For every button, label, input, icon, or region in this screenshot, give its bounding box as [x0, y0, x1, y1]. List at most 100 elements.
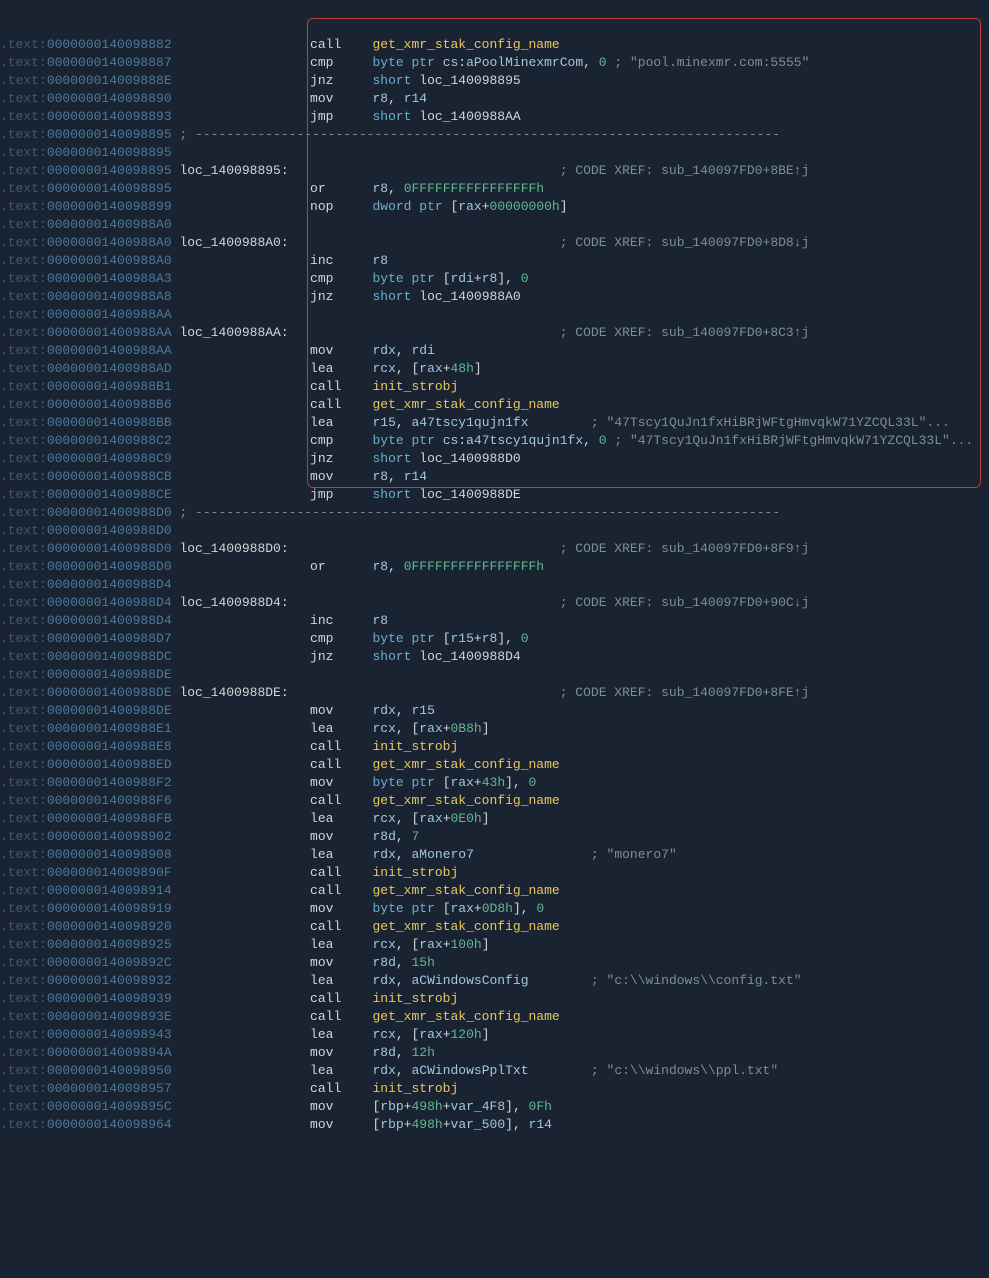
label-column [179, 198, 294, 216]
label-column [179, 918, 294, 936]
disasm-line[interactable]: .text:00000001400988BB lea r15, a47tscy1… [0, 414, 989, 432]
segment-prefix: .text: [0, 324, 47, 342]
disasm-line[interactable]: .text:000000014009894A mov r8d, 12h [0, 1044, 989, 1062]
disasm-line[interactable]: .text:0000000140098887 cmp byte ptr cs:a… [0, 54, 989, 72]
disasm-line[interactable]: .text:00000001400988DE mov rdx, r15 [0, 702, 989, 720]
disasm-line[interactable]: .text:00000001400988AA mov rdx, rdi [0, 342, 989, 360]
token-sym: a47tscy1qujn1fx [411, 414, 528, 432]
token-punct: ], [505, 1116, 528, 1134]
token-op: lea [310, 972, 372, 990]
disasm-line[interactable]: .text:00000001400988D0 ; ---------------… [0, 504, 989, 522]
segment-prefix: .text: [0, 648, 47, 666]
disasm-line[interactable]: .text:000000014009895C mov [rbp+498h+var… [0, 1098, 989, 1116]
token-reg: rcx [372, 936, 395, 954]
disasm-line[interactable]: .text:0000000140098957 call init_strobj [0, 1080, 989, 1098]
disasm-line[interactable]: .text:00000001400988D0 or r8, 0FFFFFFFFF… [0, 558, 989, 576]
disasm-line[interactable]: .text:00000001400988D4 loc_1400988D4: ; … [0, 594, 989, 612]
disasm-line[interactable]: .text:0000000140098925 lea rcx, [rax+100… [0, 936, 989, 954]
disasm-line[interactable]: .text:00000001400988C2 cmp byte ptr cs:a… [0, 432, 989, 450]
disasm-line[interactable]: .text:00000001400988A0 loc_1400988A0: ; … [0, 234, 989, 252]
disasm-line[interactable]: .text:00000001400988CE jmp short loc_140… [0, 486, 989, 504]
token-reg: r14 [404, 90, 427, 108]
disasm-line[interactable]: .text:00000001400988FB lea rcx, [rax+0E0… [0, 810, 989, 828]
token-punct: , [396, 702, 412, 720]
disasm-line[interactable]: .text:00000001400988A3 cmp byte ptr [rdi… [0, 270, 989, 288]
disasm-line[interactable]: .text:00000001400988D7 cmp byte ptr [r15… [0, 630, 989, 648]
token-comment: ; "47Tscy1QuJn1fxHiBRjWFtgHmvqkW71YZCQL3… [607, 432, 974, 450]
disasm-line[interactable]: .text:00000001400988C9 jnz short loc_140… [0, 450, 989, 468]
disasm-line[interactable]: .text:0000000140098895 or r8, 0FFFFFFFFF… [0, 180, 989, 198]
disasm-line[interactable]: .text:00000001400988D0 [0, 522, 989, 540]
token-op: jnz [310, 288, 372, 306]
disasm-line[interactable]: .text:0000000140098895 loc_140098895: ; … [0, 162, 989, 180]
disasm-line[interactable]: .text:0000000140098895 [0, 144, 989, 162]
token-op: lea [310, 414, 372, 432]
disasm-line[interactable]: .text:0000000140098939 call init_strobj [0, 990, 989, 1008]
token-reg: rcx [372, 360, 395, 378]
disasm-line[interactable]: .text:000000014009890F call init_strobj [0, 864, 989, 882]
disasm-line[interactable]: .text:00000001400988AD lea rcx, [rax+48h… [0, 360, 989, 378]
label-column [179, 90, 294, 108]
disasm-line[interactable]: .text:00000001400988E8 call init_strobj [0, 738, 989, 756]
disasm-line[interactable]: .text:00000001400988DE loc_1400988DE: ; … [0, 684, 989, 702]
label-column: loc_1400988AA: [179, 324, 294, 342]
disasm-line[interactable]: .text:00000001400988ED call get_xmr_stak… [0, 756, 989, 774]
disasm-line[interactable]: .text:00000001400988A8 jnz short loc_140… [0, 288, 989, 306]
disasm-line[interactable]: .text:0000000140098893 jmp short loc_140… [0, 108, 989, 126]
disasm-line[interactable]: .text:00000001400988AA loc_1400988AA: ; … [0, 324, 989, 342]
token-punct: , [396, 1062, 412, 1080]
disasm-line[interactable]: .text:0000000140098943 lea rcx, [rax+120… [0, 1026, 989, 1044]
segment-prefix: .text: [0, 288, 47, 306]
token-reg: rax [451, 900, 474, 918]
disasm-line[interactable]: .text:000000014009892C mov r8d, 15h [0, 954, 989, 972]
disasm-line[interactable]: .text:0000000140098902 mov r8d, 7 [0, 828, 989, 846]
disasm-line[interactable]: .text:000000014009893E call get_xmr_stak… [0, 1008, 989, 1026]
disasm-line[interactable]: .text:000000014009888E jnz short loc_140… [0, 72, 989, 90]
segment-prefix: .text: [0, 1044, 47, 1062]
disasm-line[interactable]: .text:0000000140098964 mov [rbp+498h+var… [0, 1116, 989, 1134]
disasm-line[interactable]: .text:00000001400988DE [0, 666, 989, 684]
token-func: get_xmr_stak_config_name [372, 882, 559, 900]
token-punct: + [482, 198, 490, 216]
disasm-line[interactable]: .text:0000000140098950 lea rdx, aCWindow… [0, 1062, 989, 1080]
disasm-line[interactable]: .text:00000001400988F6 call get_xmr_stak… [0, 792, 989, 810]
disasm-line[interactable]: .text:00000001400988E1 lea rcx, [rax+0B8… [0, 720, 989, 738]
disasm-line[interactable]: .text:0000000140098919 mov byte ptr [rax… [0, 900, 989, 918]
token-reg: rdx [372, 846, 395, 864]
token-op: or [310, 180, 372, 198]
address: 0000000140098939 [47, 990, 180, 1008]
token-op: or [310, 558, 372, 576]
token-func: get_xmr_stak_config_name [372, 792, 559, 810]
token-func: get_xmr_stak_config_name [372, 756, 559, 774]
token-punct: , [396, 972, 412, 990]
disasm-line[interactable]: .text:00000001400988B6 call get_xmr_stak… [0, 396, 989, 414]
token-comment: ; CODE XREF: sub_140097FD0+8C3↑j [310, 324, 809, 342]
disasm-line[interactable]: .text:0000000140098920 call get_xmr_stak… [0, 918, 989, 936]
disasm-line[interactable]: .text:00000001400988D4 [0, 576, 989, 594]
disasm-line[interactable]: .text:0000000140098899 nop dword ptr [ra… [0, 198, 989, 216]
disasm-line[interactable]: .text:0000000140098914 call get_xmr_stak… [0, 882, 989, 900]
token-num: 120h [451, 1026, 482, 1044]
token-kw: byte ptr [372, 54, 442, 72]
disasm-line[interactable]: .text:0000000140098890 mov r8, r14 [0, 90, 989, 108]
disasm-line[interactable]: .text:00000001400988D0 loc_1400988D0: ; … [0, 540, 989, 558]
label-column [179, 1116, 294, 1134]
disasm-line[interactable]: .text:0000000140098895 ; ---------------… [0, 126, 989, 144]
segment-prefix: .text: [0, 1116, 47, 1134]
disasm-line[interactable]: .text:00000001400988D4 inc r8 [0, 612, 989, 630]
token-num: 498h [412, 1116, 443, 1134]
disasm-line[interactable]: .text:00000001400988DC jnz short loc_140… [0, 648, 989, 666]
token-op: lea [310, 360, 372, 378]
disasm-line[interactable]: .text:0000000140098882 call get_xmr_stak… [0, 36, 989, 54]
disasm-line[interactable]: .text:00000001400988F2 mov byte ptr [rax… [0, 774, 989, 792]
token-punct: ], [497, 630, 520, 648]
disasm-line[interactable]: .text:00000001400988B1 call init_strobj [0, 378, 989, 396]
disasm-line[interactable]: .text:0000000140098908 lea rdx, aMonero7… [0, 846, 989, 864]
disasm-line[interactable]: .text:00000001400988A0 inc r8 [0, 252, 989, 270]
disasm-line[interactable]: .text:00000001400988AA [0, 306, 989, 324]
disasm-line[interactable]: .text:00000001400988A0 [0, 216, 989, 234]
segment-prefix: .text: [0, 990, 47, 1008]
label-column [179, 630, 294, 648]
disasm-line[interactable]: .text:0000000140098932 lea rdx, aCWindow… [0, 972, 989, 990]
disasm-line[interactable]: .text:00000001400988CB mov r8, r14 [0, 468, 989, 486]
